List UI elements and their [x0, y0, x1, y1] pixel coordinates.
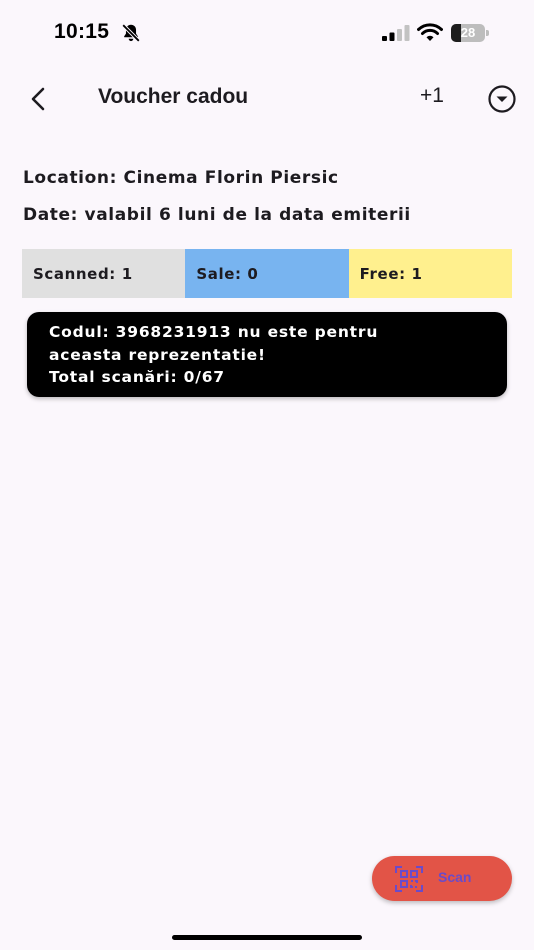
circle-chevron-down-icon: [488, 85, 516, 113]
free-count: Free: 1: [348, 249, 512, 298]
app-screen: 10:15 28 Voucher cadou +1 Location: Cine…: [0, 0, 534, 950]
page-title: Voucher cadou: [98, 85, 249, 108]
scan-result-message: Codul: 3968231913 nu este pentru aceasta…: [27, 312, 507, 397]
battery-level: 28: [460, 25, 476, 40]
stats-row: Scanned: 1 Sale: 0 Free: 1: [22, 249, 512, 298]
home-indicator[interactable]: [172, 935, 362, 940]
qr-scan-icon: [395, 866, 423, 892]
app-bar: Voucher cadou +1: [0, 70, 534, 126]
location-text: Location: Cinema Florin Piersic: [23, 168, 339, 188]
sale-count: Sale: 0: [185, 249, 349, 298]
message-line-code: Codul: 3968231913 nu este pentru: [49, 323, 379, 341]
status-time: 10:15: [54, 20, 110, 43]
cellular-signal-icon: [382, 25, 410, 41]
bell-slash-icon: [121, 23, 141, 43]
battery-icon: 28: [451, 24, 489, 42]
chevron-left-icon: [31, 87, 45, 111]
scan-label: Scan: [438, 869, 472, 885]
dropdown-button[interactable]: [487, 84, 517, 114]
wifi-icon: [417, 23, 443, 41]
scan-button[interactable]: Scan: [372, 856, 512, 901]
back-button[interactable]: [24, 84, 54, 114]
scanned-count: Scanned: 1: [22, 249, 186, 298]
message-line-reason: aceasta reprezentatie!: [49, 345, 266, 364]
status-bar: 10:15 28: [0, 0, 534, 64]
plus-one-button[interactable]: +1: [420, 84, 444, 108]
message-line-total: Total scanări: 0/67: [49, 368, 225, 386]
date-text: Date: valabil 6 luni de la data emiterii: [23, 205, 411, 225]
